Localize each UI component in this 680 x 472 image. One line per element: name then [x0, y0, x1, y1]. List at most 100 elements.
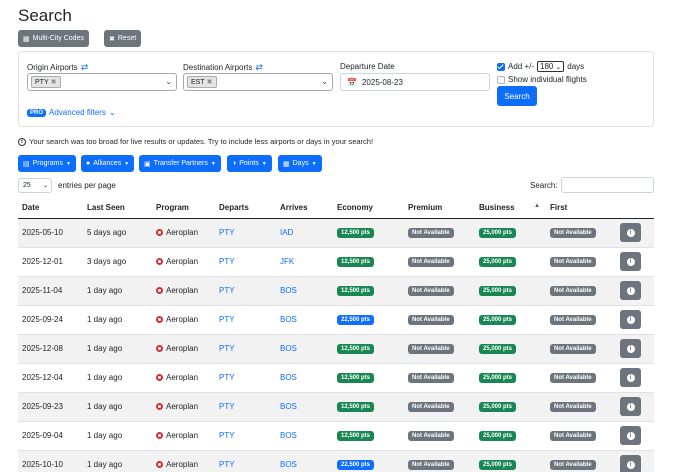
economy-badge[interactable]: 12,500 pts — [337, 257, 375, 267]
arrives-link[interactable]: JFK — [280, 257, 294, 266]
details-button[interactable]: i — [620, 397, 641, 416]
details-button[interactable]: i — [620, 426, 641, 445]
first-badge: Not Available — [550, 315, 596, 325]
filter-programs-button[interactable]: ▤ Programs ▼ — [18, 155, 76, 172]
filter-alliances-button[interactable]: ● Alliances ▼ — [81, 155, 135, 172]
business-badge[interactable]: 25,000 pts — [479, 373, 517, 383]
advanced-filters-toggle[interactable]: PRO Advanced filters ⌄ — [27, 108, 116, 117]
entries-select[interactable]: 25 ⌄ — [18, 178, 52, 193]
info-icon: i — [626, 344, 635, 353]
destination-airports-select[interactable]: EST ✖ ⌄ — [183, 73, 333, 91]
arrives-link[interactable]: BOS — [280, 344, 297, 353]
date-cell: 2025-09-24 — [22, 315, 63, 324]
filter-days-button[interactable]: ▦ Days ▼ — [278, 155, 322, 172]
economy-badge[interactable]: 12,500 pts — [337, 402, 375, 412]
arrives-link[interactable]: BOS — [280, 431, 297, 440]
business-badge[interactable]: 25,000 pts — [479, 315, 517, 325]
entries-per-page: 25 ⌄ entries per page — [18, 178, 116, 193]
economy-badge[interactable]: 22,500 pts — [337, 460, 375, 470]
economy-badge[interactable]: 12,500 pts — [337, 344, 375, 354]
departs-link[interactable]: PTY — [219, 344, 235, 353]
details-button[interactable]: i — [620, 455, 641, 472]
info-icon: i — [626, 315, 635, 324]
business-badge[interactable]: 25,000 pts — [479, 344, 517, 354]
arrives-link[interactable]: BOS — [280, 373, 297, 382]
add-days-select[interactable]: 180 ⌄ — [537, 61, 565, 72]
reset-button[interactable]: ✖ Reset — [104, 30, 142, 47]
economy-badge[interactable]: 12,500 pts — [337, 431, 375, 441]
filter-transfer-partners-button[interactable]: ▣ Transfer Partners ▼ — [139, 155, 221, 172]
caret-down-icon: ▼ — [210, 160, 216, 167]
column-header-first[interactable]: First — [546, 197, 616, 219]
column-header-actions[interactable] — [616, 197, 654, 219]
column-header-business[interactable]: Business ▲ — [475, 197, 546, 219]
business-badge[interactable]: 25,000 pts — [479, 402, 517, 412]
first-badge: Not Available — [550, 257, 596, 267]
economy-badge[interactable]: 12,500 pts — [337, 373, 375, 383]
departs-link[interactable]: PTY — [219, 402, 235, 411]
arrives-link[interactable]: IAD — [280, 228, 293, 237]
business-badge[interactable]: 25,000 pts — [479, 228, 517, 238]
arrives-link[interactable]: BOS — [280, 460, 297, 469]
premium-badge: Not Available — [408, 228, 454, 238]
details-button[interactable]: i — [620, 310, 641, 329]
departs-link[interactable]: PTY — [219, 431, 235, 440]
destination-tag: EST ✖ — [187, 76, 217, 88]
economy-badge[interactable]: 12,500 pts — [337, 286, 375, 296]
origin-airports-select[interactable]: PTY ✖ ⌄ — [27, 73, 177, 91]
caret-down-icon: ▼ — [261, 160, 267, 167]
arrives-link[interactable]: BOS — [280, 286, 297, 295]
business-badge[interactable]: 25,000 pts — [479, 286, 517, 296]
business-badge[interactable]: 25,000 pts — [479, 460, 517, 470]
column-header-departs[interactable]: Departs — [215, 197, 276, 219]
business-badge[interactable]: 25,000 pts — [479, 257, 517, 267]
departs-link[interactable]: PTY — [219, 228, 235, 237]
remove-tag-icon[interactable]: ✖ — [207, 78, 213, 86]
economy-badge[interactable]: 22,500 pts — [337, 315, 375, 325]
origin-tag: PTY ✖ — [31, 76, 61, 88]
column-header-arrives[interactable]: Arrives — [276, 197, 333, 219]
arrives-link[interactable]: BOS — [280, 402, 297, 411]
search-button[interactable]: Search — [497, 86, 537, 106]
premium-badge: Not Available — [408, 286, 454, 296]
aeroplan-logo-icon — [156, 461, 163, 468]
details-button[interactable]: i — [620, 368, 641, 387]
departs-link[interactable]: PTY — [219, 286, 235, 295]
table-search-input[interactable] — [561, 177, 654, 193]
aeroplan-logo-icon — [156, 229, 163, 236]
departs-link[interactable]: PTY — [219, 460, 235, 469]
remove-tag-icon[interactable]: ✖ — [51, 78, 57, 86]
column-header-premium[interactable]: Premium — [404, 197, 475, 219]
caret-down-icon: ▼ — [311, 160, 317, 167]
details-button[interactable]: i — [620, 252, 641, 271]
details-button[interactable]: i — [620, 339, 641, 358]
departs-link[interactable]: PTY — [219, 315, 235, 324]
swap-icon[interactable]: ⇄ — [255, 62, 263, 73]
coins-icon: ◑ — [232, 160, 237, 167]
column-header-date[interactable]: Date — [18, 197, 83, 219]
chevron-down-icon: ⌄ — [165, 77, 172, 86]
details-button[interactable]: i — [620, 223, 641, 242]
date-cell: 2025-11-04 — [22, 286, 63, 295]
chevron-down-icon: ⌄ — [42, 183, 48, 189]
filter-points-button[interactable]: ◑ Points ▼ — [227, 155, 272, 172]
economy-badge[interactable]: 12,500 pts — [337, 228, 375, 238]
search-notice: i Your search was too broad for live res… — [18, 137, 373, 146]
departs-link[interactable]: PTY — [219, 373, 235, 382]
add-days-checkbox[interactable] — [497, 62, 505, 71]
arrives-link[interactable]: BOS — [280, 315, 297, 324]
show-individual-checkbox[interactable] — [497, 75, 505, 84]
business-badge[interactable]: 25,000 pts — [479, 431, 517, 441]
aeroplan-logo-icon — [156, 345, 163, 352]
globe-icon: ● — [86, 160, 91, 167]
program-cell: Aeroplan — [156, 315, 215, 324]
multi-city-codes-button[interactable]: ▦ Multi-City Codes — [18, 30, 89, 47]
departs-link[interactable]: PTY — [219, 257, 235, 266]
swap-icon[interactable]: ⇄ — [81, 62, 89, 73]
origin-airports-label: Origin Airports ⇄ — [27, 62, 89, 73]
column-header-program[interactable]: Program — [152, 197, 215, 219]
column-header-last-seen[interactable]: Last Seen — [83, 197, 152, 219]
departure-date-input[interactable]: 📅 2025-08-23 — [340, 73, 490, 91]
column-header-economy[interactable]: Economy — [333, 197, 404, 219]
details-button[interactable]: i — [620, 281, 641, 300]
